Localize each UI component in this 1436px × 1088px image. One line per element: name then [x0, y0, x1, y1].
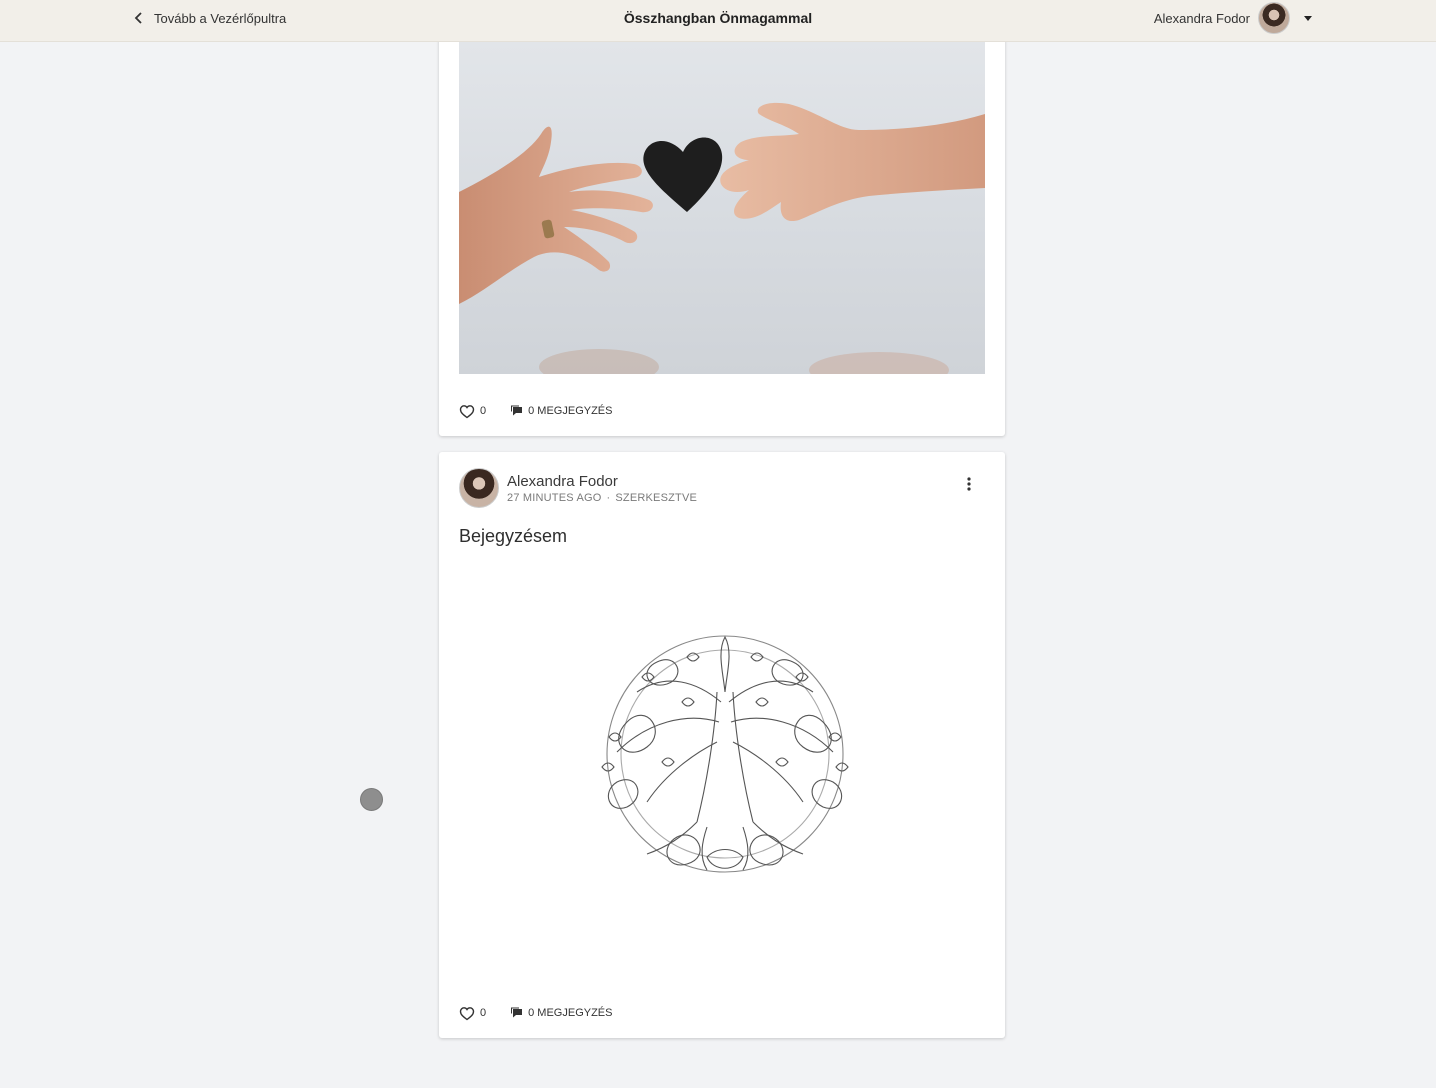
post-meta: 27 MINUTES AGO · SZERKESZTVE [507, 492, 697, 504]
like-count: 0 [480, 1007, 487, 1019]
comment-count: 0 MEGJEGYZÉS [528, 1007, 613, 1019]
more-vertical-icon [967, 477, 971, 491]
tree-of-life-image[interactable] [587, 632, 863, 882]
like-button[interactable]: 0 [459, 404, 486, 419]
post-card: Alexandra Fodor 27 MINUTES AGO · SZERKES… [439, 452, 1005, 1038]
post-actions: 0 0 MEGJEGYZÉS [459, 401, 612, 421]
post-card: 0 0 MEGJEGYZÉS [439, 0, 1005, 436]
post-title: Bejegyzésem [459, 526, 568, 546]
comment-icon [511, 1007, 523, 1018]
caret-down-icon[interactable] [1302, 12, 1314, 24]
heart-icon [459, 404, 475, 418]
user-menu[interactable]: Alexandra Fodor [1154, 0, 1314, 36]
comment-icon [511, 405, 523, 416]
author-avatar[interactable] [459, 468, 499, 508]
meta-separator: · [606, 492, 611, 504]
avatar[interactable] [1258, 2, 1290, 34]
comments-button[interactable]: 0 MEGJEGYZÉS [510, 1007, 612, 1019]
like-button[interactable]: 0 [459, 1006, 486, 1021]
heart-icon [459, 1006, 475, 1020]
post-actions: 0 0 MEGJEGYZÉS [459, 1003, 612, 1023]
edited-label: SZERKESZTVE [615, 492, 698, 504]
post-image-hands-heart[interactable] [459, 42, 985, 374]
mouse-cursor-indicator [360, 788, 383, 811]
chevron-left-icon [134, 12, 142, 24]
back-link-label: Tovább a Vezérlőpultra [154, 10, 287, 26]
hands-heart-illustration [459, 102, 985, 374]
post-author[interactable]: Alexandra Fodor [507, 472, 697, 492]
user-name: Alexandra Fodor [1153, 10, 1250, 26]
post-time: 27 MINUTES AGO [507, 492, 602, 504]
top-bar: Tovább a Vezérlőpultra Összhangban Önmag… [0, 0, 1436, 42]
comments-button[interactable]: 0 MEGJEGYZÉS [510, 405, 612, 417]
post-options-button[interactable] [959, 474, 979, 494]
back-to-dashboard-link[interactable]: Tovább a Vezérlőpultra [132, 0, 286, 36]
comment-count: 0 MEGJEGYZÉS [528, 405, 613, 417]
like-count: 0 [480, 405, 487, 417]
post-header: Alexandra Fodor 27 MINUTES AGO · SZERKES… [459, 468, 697, 508]
